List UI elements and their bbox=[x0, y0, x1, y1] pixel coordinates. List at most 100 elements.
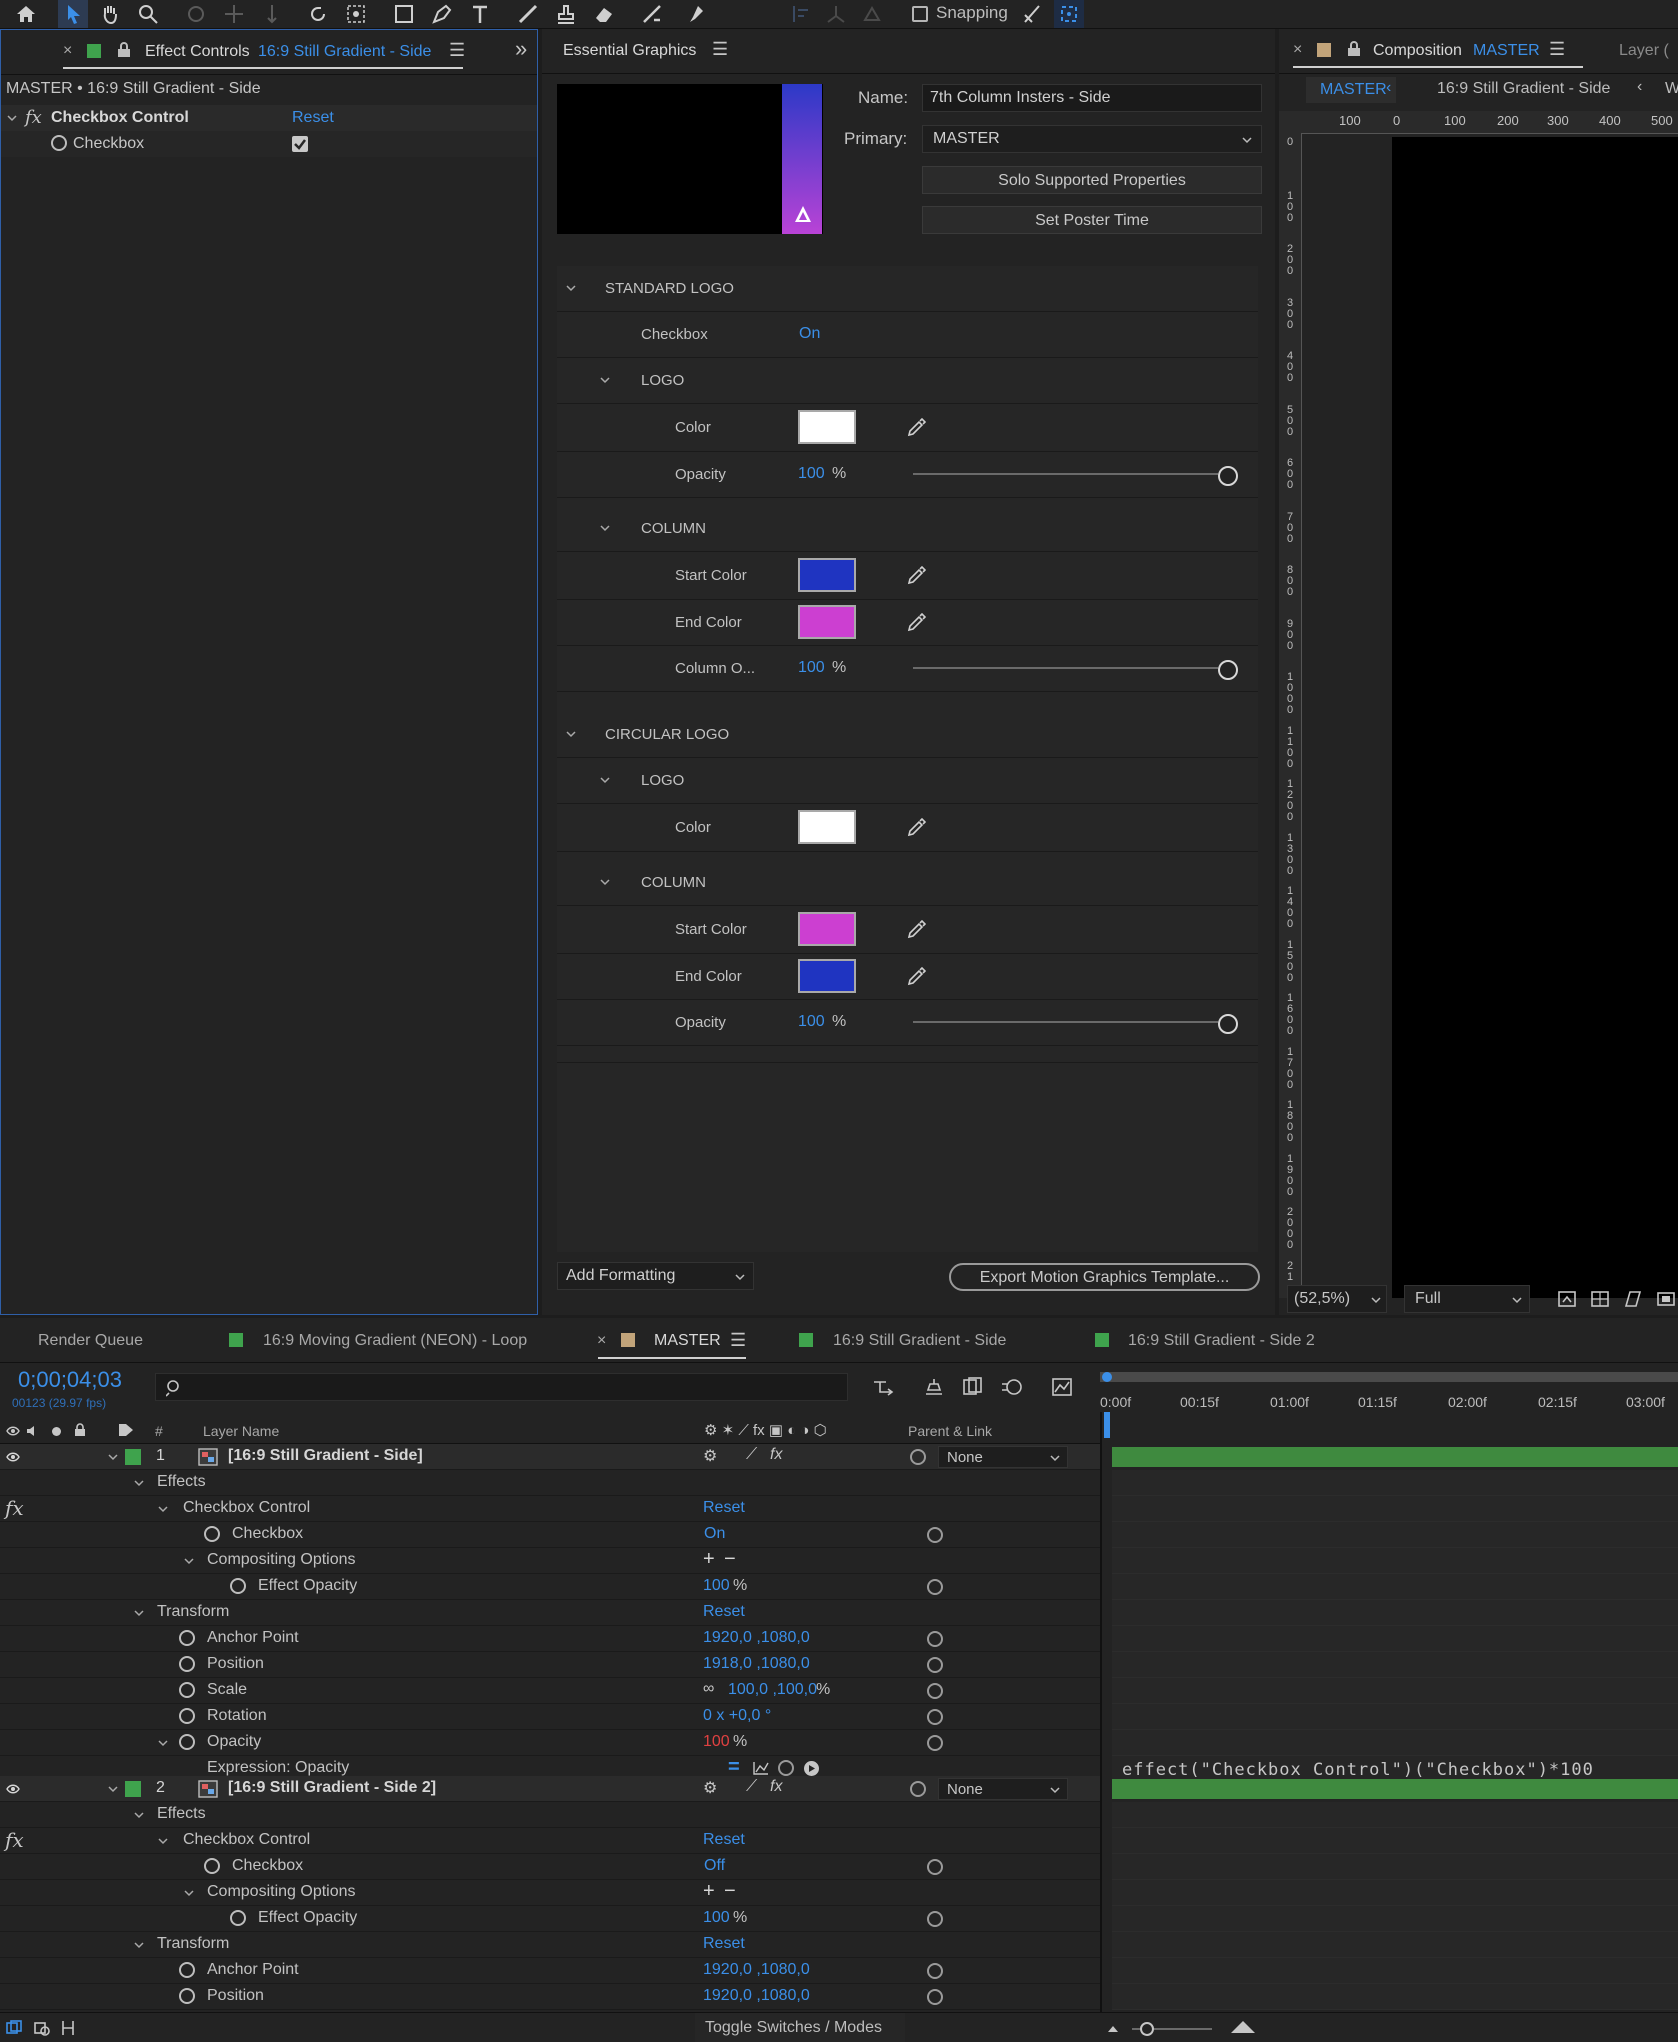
render-queue-tab[interactable]: Render Queue bbox=[38, 1332, 143, 1350]
layer-name[interactable]: [16:9 Still Gradient - Side 2] bbox=[228, 1779, 436, 1797]
breadcrumb-master[interactable]: MASTER ‹ bbox=[1306, 77, 1396, 103]
eyedropper-icon[interactable] bbox=[906, 918, 928, 940]
pick-whip-icon[interactable] bbox=[910, 1449, 926, 1465]
group-logo[interactable]: LOGO bbox=[557, 358, 1258, 404]
opacity-value[interactable]: 100 bbox=[703, 1733, 730, 1751]
effect-reset-link[interactable]: Reset bbox=[292, 109, 334, 127]
magnification-dropdown[interactable]: (52,5%) bbox=[1287, 1285, 1387, 1313]
mask-visibility-icon[interactable] bbox=[1622, 1288, 1644, 1310]
add-formatting-dropdown[interactable]: Add Formatting bbox=[557, 1262, 754, 1290]
color-swatch-white[interactable] bbox=[798, 410, 856, 444]
twirl-down-icon[interactable] bbox=[134, 1478, 144, 1488]
effect-reset-link[interactable]: Reset bbox=[703, 1831, 745, 1849]
pan-camera-icon[interactable] bbox=[222, 2, 246, 26]
twirl-down-icon[interactable] bbox=[134, 1608, 144, 1618]
primary-dropdown[interactable]: MASTER bbox=[922, 125, 1262, 153]
quality-switch-icon[interactable]: ⟋ bbox=[746, 1778, 757, 1796]
extend-snap-icon[interactable] bbox=[1057, 2, 1081, 26]
export-template-button[interactable]: Export Motion Graphics Template... bbox=[949, 1263, 1260, 1291]
comp-panel-menu-icon[interactable]: ☰ bbox=[1549, 39, 1565, 60]
column-opacity-value[interactable]: 100 bbox=[798, 659, 825, 677]
clone-stamp-tool-icon[interactable] bbox=[554, 2, 578, 26]
eye-icon[interactable] bbox=[6, 1783, 20, 1795]
anchor-point-value[interactable]: 1920,0 ,1080,0 bbox=[703, 1629, 810, 1647]
color-swatch-magenta[interactable] bbox=[798, 605, 856, 639]
set-poster-time-button[interactable]: Set Poster Time bbox=[922, 206, 1262, 234]
layer-panel-tab[interactable]: Layer ( bbox=[1619, 42, 1669, 60]
opacity-value[interactable]: 100 bbox=[798, 465, 825, 483]
rotation-tool-icon[interactable] bbox=[306, 2, 330, 26]
rotation-value[interactable]: 0 x +0,0 ° bbox=[703, 1707, 771, 1725]
group-circular-logo[interactable]: CIRCULAR LOGO bbox=[557, 712, 1258, 758]
view-axis-icon[interactable] bbox=[860, 2, 884, 26]
stopwatch-icon[interactable] bbox=[204, 1526, 220, 1542]
layer-1-duration-bar[interactable] bbox=[1112, 1447, 1678, 1467]
name-input[interactable]: 7th Column Insters - Side bbox=[922, 84, 1262, 112]
pick-whip-icon[interactable] bbox=[927, 1657, 943, 1673]
chevron-down-icon[interactable] bbox=[599, 522, 611, 534]
resolution-dropdown[interactable]: Full bbox=[1404, 1285, 1530, 1313]
moving-gradient-tab[interactable]: 16:9 Moving Gradient (NEON) - Loop bbox=[263, 1332, 527, 1350]
group-standard-logo[interactable]: STANDARD LOGO bbox=[557, 266, 1258, 312]
snapping-checkbox[interactable] bbox=[912, 6, 928, 22]
transfer-controls-icon[interactable] bbox=[34, 2020, 50, 2036]
region-of-interest-icon[interactable] bbox=[1655, 1288, 1677, 1310]
solo-supported-properties-button[interactable]: Solo Supported Properties bbox=[922, 166, 1262, 194]
effect-controls-tab-title[interactable]: Effect Controls bbox=[145, 43, 250, 61]
eyedropper-icon[interactable] bbox=[906, 564, 928, 586]
chevron-down-icon[interactable] bbox=[599, 774, 611, 786]
twirl-down-icon[interactable] bbox=[108, 1784, 118, 1794]
pick-whip-icon[interactable] bbox=[927, 1709, 943, 1725]
position-value[interactable]: 1920,0 ,1080,0 bbox=[703, 1987, 810, 2005]
twirl-down-icon[interactable] bbox=[184, 1888, 194, 1898]
timeline-menu-icon[interactable]: ☰ bbox=[730, 1330, 746, 1351]
transparency-grid-icon[interactable] bbox=[1589, 1288, 1611, 1310]
effects-group-row[interactable]: Effects bbox=[0, 1802, 1100, 1828]
timeline-zoom-knob[interactable] bbox=[1140, 2022, 1154, 2036]
eg-panel-menu-icon[interactable]: ☰ bbox=[712, 39, 728, 60]
pick-whip-icon[interactable] bbox=[927, 1911, 943, 1927]
chevron-down-icon[interactable] bbox=[599, 374, 611, 386]
panel-menu-icon[interactable]: ☰ bbox=[449, 40, 465, 61]
remove-mask-icon[interactable]: − bbox=[724, 1880, 736, 1903]
transform-reset-link[interactable]: Reset bbox=[703, 1935, 745, 1953]
constrain-proportions-icon[interactable]: ∞ bbox=[703, 1680, 714, 1698]
home-icon[interactable] bbox=[14, 2, 38, 26]
stopwatch-icon[interactable] bbox=[179, 1656, 195, 1672]
dolly-camera-icon[interactable] bbox=[260, 2, 284, 26]
zoom-out-icon[interactable] bbox=[1106, 2022, 1120, 2034]
stopwatch-icon[interactable] bbox=[204, 1858, 220, 1874]
time-ruler[interactable]: 0:00f 00:15f 01:00f 01:15f 02:00f 02:15f… bbox=[1100, 1372, 1678, 1412]
graph-editor-icon[interactable] bbox=[1050, 1376, 1074, 1398]
pen-tool-icon[interactable] bbox=[430, 2, 454, 26]
effect-opacity-value[interactable]: 100 bbox=[703, 1577, 730, 1595]
parent-dropdown[interactable]: None bbox=[938, 1778, 1068, 1800]
selection-tool-icon[interactable] bbox=[62, 2, 86, 26]
checkbox-control-row[interactable]: fx Checkbox Control Reset bbox=[0, 1828, 1100, 1854]
opacity-slider-track[interactable] bbox=[913, 473, 1218, 475]
stopwatch-icon[interactable] bbox=[179, 1682, 195, 1698]
column-opacity-slider-track[interactable] bbox=[913, 667, 1218, 669]
twirl-down-icon[interactable] bbox=[184, 1556, 194, 1566]
pick-whip-icon[interactable] bbox=[927, 1989, 943, 2005]
chevron-down-icon[interactable] bbox=[565, 728, 577, 740]
stopwatch-icon[interactable] bbox=[230, 1910, 246, 1926]
current-timecode[interactable]: 0;00;04;03 bbox=[18, 1367, 122, 1393]
anchor-point-value[interactable]: 1920,0 ,1080,0 bbox=[703, 1961, 810, 1979]
twirl-down-icon[interactable] bbox=[158, 1738, 168, 1748]
stopwatch-icon[interactable] bbox=[51, 135, 67, 151]
close-tab-icon[interactable]: × bbox=[63, 42, 72, 60]
add-mask-icon[interactable]: + bbox=[703, 1548, 715, 1571]
close-tab-icon[interactable]: × bbox=[597, 1332, 606, 1350]
pick-whip-icon[interactable] bbox=[927, 1735, 943, 1751]
fx-icon[interactable]: fx bbox=[25, 107, 42, 128]
checkbox-value[interactable]: Off bbox=[704, 1857, 725, 1875]
effect-switch-icon[interactable]: fx bbox=[770, 1778, 782, 1796]
remove-mask-icon[interactable]: − bbox=[724, 1548, 736, 1571]
work-area-start-handle[interactable] bbox=[1102, 1372, 1112, 1382]
panel-overflow-icon[interactable]: » bbox=[515, 36, 527, 62]
toggle-switches-modes-button[interactable]: Toggle Switches / Modes bbox=[695, 2013, 905, 2042]
eraser-tool-icon[interactable] bbox=[592, 2, 616, 26]
expression-pick-whip-icon[interactable] bbox=[778, 1760, 794, 1776]
twirl-down-icon[interactable] bbox=[108, 1452, 118, 1462]
